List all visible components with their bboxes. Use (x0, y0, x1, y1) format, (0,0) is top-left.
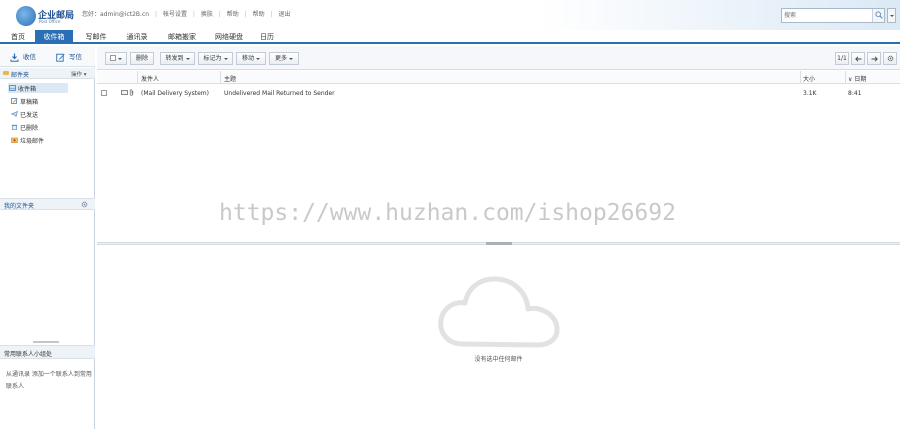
mail-toolbar: 删除 转发到 标记为 移动 更多 1/1 (97, 46, 900, 70)
list-header: 发件人 主题 大小 ∨ 日期 (97, 71, 900, 84)
my-folders-label: 我的文件夹 (4, 203, 35, 210)
help-link[interactable]: 帮助 (227, 11, 239, 18)
draft-icon (11, 98, 18, 104)
list-settings-button[interactable] (883, 52, 897, 65)
tab-compose[interactable]: 写邮件 (78, 30, 114, 44)
search-scope-dropdown[interactable] (887, 8, 896, 23)
empty-preview-text: 没有选中任何邮件 (474, 356, 523, 363)
logo-subtitle: Post Office (39, 19, 61, 24)
next-page-button[interactable] (867, 52, 881, 65)
prev-page-button[interactable] (851, 52, 865, 65)
skin-link[interactable]: 换肤 (201, 11, 213, 18)
folder-inbox[interactable]: 收件箱 (8, 83, 68, 93)
greeting: 您好：admin@ict2B.cn (82, 11, 150, 18)
search-input[interactable] (784, 10, 872, 21)
forward-dropdown[interactable]: 转发到 (160, 52, 195, 65)
page-indicator: 1/1 (835, 52, 849, 65)
help-link-2[interactable]: 帮助 (253, 11, 265, 18)
more-dropdown[interactable]: 更多 (269, 52, 299, 65)
separator: | (192, 11, 195, 18)
spam-icon (11, 137, 18, 143)
sidebar-splitter[interactable] (33, 341, 59, 343)
col-size[interactable]: 大小 (803, 74, 815, 83)
pencil-icon (56, 53, 65, 62)
search-box (781, 8, 885, 23)
contacts-label: 常用联系人小组处 (4, 351, 53, 358)
select-all-checkbox (110, 55, 116, 61)
account-settings-link[interactable]: 帐号设置 (163, 11, 187, 18)
tab-mail-migration[interactable]: 邮箱搬家 (160, 30, 204, 44)
compose-button[interactable]: 写信 (56, 51, 88, 63)
logout-link[interactable]: 退出 (279, 11, 291, 18)
envelope-icon (121, 90, 128, 95)
folder-icon (3, 71, 9, 75)
top-header: 企业邮局 Post Office 您好：admin@ict2B.cn | 帐号设… (0, 0, 900, 30)
logo-icon (16, 6, 36, 26)
main-panel: 删除 转发到 标记为 移动 更多 1/1 发件人 主题 大小 ∨ 日期 (Mai… (97, 46, 900, 429)
download-icon (10, 53, 19, 62)
mark-as-dropdown[interactable]: 标记为 (198, 52, 233, 65)
col-date[interactable]: ∨ 日期 (848, 74, 866, 83)
col-sender[interactable]: 发件人 (141, 74, 159, 83)
select-dropdown[interactable] (105, 52, 127, 65)
row-sender: (Mail Delivery System) (141, 90, 209, 97)
arrow-right-icon (871, 56, 878, 62)
tab-inbox[interactable]: 收件箱 (35, 30, 73, 44)
gear-icon (887, 55, 893, 62)
user-links: 您好：admin@ict2B.cn | 帐号设置 | 换肤 | 帮助 | 帮助 … (82, 9, 295, 18)
separator: | (244, 11, 247, 18)
cloud-icon (438, 276, 560, 348)
mailbox-label: 邮件夹 (11, 72, 30, 79)
tab-home[interactable]: 首页 (3, 30, 33, 44)
arrow-left-icon (854, 56, 861, 62)
search-icon (875, 11, 883, 19)
delete-button[interactable]: 删除 (130, 52, 154, 65)
my-folders-header[interactable]: 我的文件夹 (0, 198, 95, 210)
row-checkbox[interactable] (101, 90, 107, 96)
row-size: 3.1K (803, 90, 817, 97)
preview-pane: 没有选中任何邮件 (97, 246, 900, 429)
tab-contacts[interactable]: 通讯录 (118, 30, 156, 44)
inbox-icon (9, 85, 16, 91)
row-subject: Undelivered Mail Returned to Sender (224, 90, 335, 97)
sidebar-actions: 收信 写信 (0, 46, 95, 67)
trash-icon (11, 124, 18, 130)
mailbox-header[interactable]: 邮件夹 操作 ▾ (0, 68, 95, 79)
main-nav: 首页 收件箱 写邮件 通讯录 邮箱搬家 网络硬盘 日历 (0, 30, 900, 44)
col-subject[interactable]: 主题 (224, 74, 236, 83)
tab-network-disk[interactable]: 网络硬盘 (207, 30, 251, 44)
splitter-grip[interactable] (486, 242, 512, 245)
row-date: 8:41 (848, 90, 862, 97)
tab-calendar[interactable]: 日历 (253, 30, 281, 44)
separator: | (270, 11, 273, 18)
sent-icon (11, 111, 18, 117)
contacts-header: 常用联系人小组处 (0, 345, 95, 359)
gear-icon[interactable] (81, 201, 88, 208)
sidebar: 收信 写信 邮件夹 操作 ▾ 收件箱 草稿箱 已发送 已删除 垃圾邮件 我的文件 (0, 46, 95, 429)
separator: | (218, 11, 221, 18)
search-button[interactable] (872, 9, 884, 22)
table-row[interactable]: (Mail Delivery System) Undelivered Mail … (97, 87, 900, 100)
separator: | (154, 11, 158, 18)
watermark-text: https://www.huzhan.com/ishop26692 (219, 200, 676, 226)
receive-button[interactable]: 收信 (10, 51, 48, 63)
mailbox-actions-dropdown[interactable]: 操作 ▾ (71, 70, 87, 78)
contacts-hint: 从通讯录 添加一个联系人到常用联系人 (6, 371, 92, 390)
attachment-icon (129, 89, 134, 96)
move-dropdown[interactable]: 移动 (236, 52, 266, 65)
